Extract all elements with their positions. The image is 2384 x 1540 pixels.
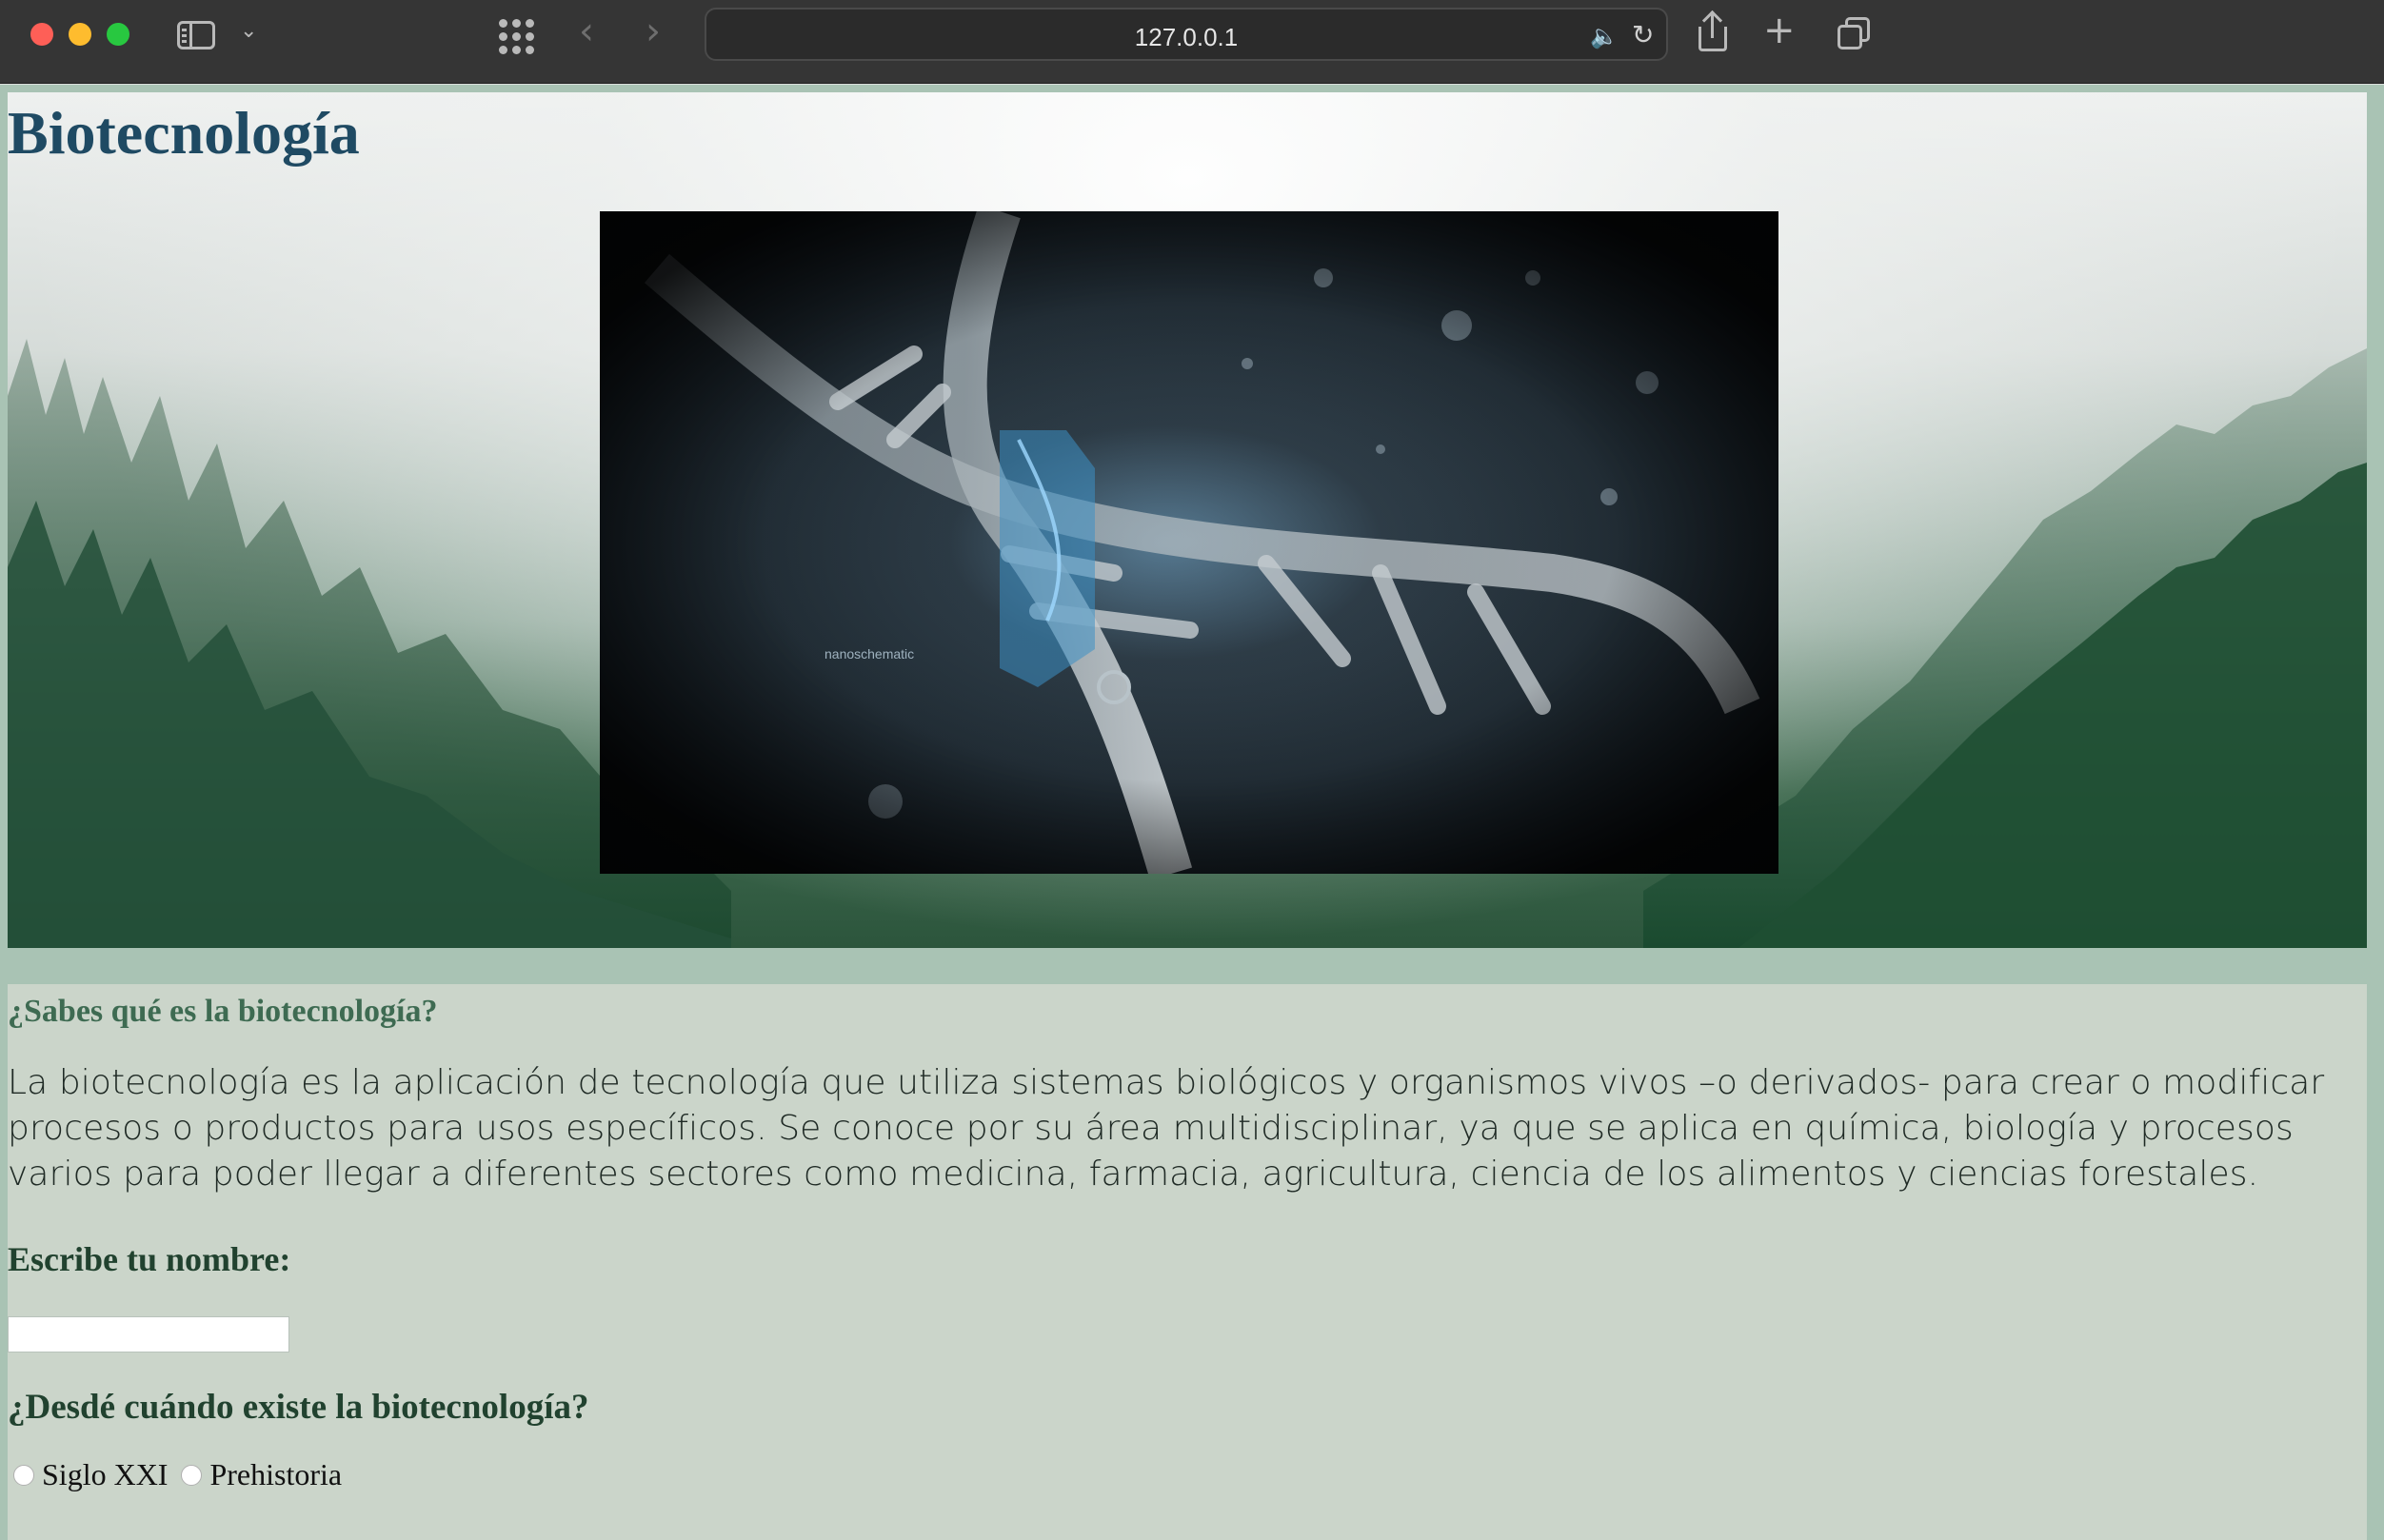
dna-helix-image: nanoschematic <box>600 211 1778 874</box>
minimize-window-button[interactable] <box>69 23 91 46</box>
page-title: Biotecnología <box>8 99 360 167</box>
address-bar[interactable]: 127.0.0.1 🔈 ↻ <box>705 8 1668 61</box>
tab-overview-icon[interactable] <box>1838 17 1872 51</box>
close-window-button[interactable] <box>30 23 53 46</box>
tab-overview-grid-icon[interactable] <box>499 19 537 57</box>
reload-icon[interactable]: ↻ <box>1632 19 1654 50</box>
quiz-question: ¿Desdé cuándo existe la biotecnología? <box>8 1388 589 1427</box>
description-paragraph: La biotecnología es la aplicación de tec… <box>8 1063 2325 1194</box>
radio-siglo-xxi[interactable] <box>13 1464 34 1486</box>
radio-prehistoria[interactable] <box>181 1464 203 1486</box>
forward-arrow-icon[interactable]: › <box>646 10 661 53</box>
web-page: Biotecnología ¿Sabes qué es la biotecnol… <box>0 85 2384 1540</box>
maximize-window-button[interactable] <box>107 23 129 46</box>
sidebar-toggle-icon[interactable] <box>177 21 215 49</box>
url-text: 127.0.0.1 <box>1134 23 1239 51</box>
share-icon[interactable] <box>1697 10 1729 51</box>
dna-illustration: nanoschematic <box>600 211 1778 874</box>
content-section: ¿Sabes qué es la biotecnología? La biote… <box>8 984 2367 1540</box>
hero-banner: Biotecnología <box>8 92 2367 948</box>
back-arrow-icon[interactable]: ‹ <box>579 10 594 53</box>
chevron-down-icon[interactable]: ⌄ <box>240 19 257 43</box>
browser-toolbar: ⌄ ‹ › 127.0.0.1 🔈 ↻ + <box>0 0 2384 84</box>
new-tab-plus-icon[interactable]: + <box>1763 11 1796 49</box>
name-input[interactable] <box>8 1316 289 1352</box>
quiz-options: Siglo XXI Prehistoria <box>8 1457 349 1492</box>
name-field-label: Escribe tu nombre: <box>8 1240 291 1278</box>
option-label-prehistoria: Prehistoria <box>209 1457 343 1491</box>
section-heading: ¿Sabes qué es la biotecnología? <box>8 994 438 1029</box>
option-label-siglo-xxi: Siglo XXI <box>42 1457 169 1491</box>
speaker-icon[interactable]: 🔈 <box>1590 23 1619 49</box>
